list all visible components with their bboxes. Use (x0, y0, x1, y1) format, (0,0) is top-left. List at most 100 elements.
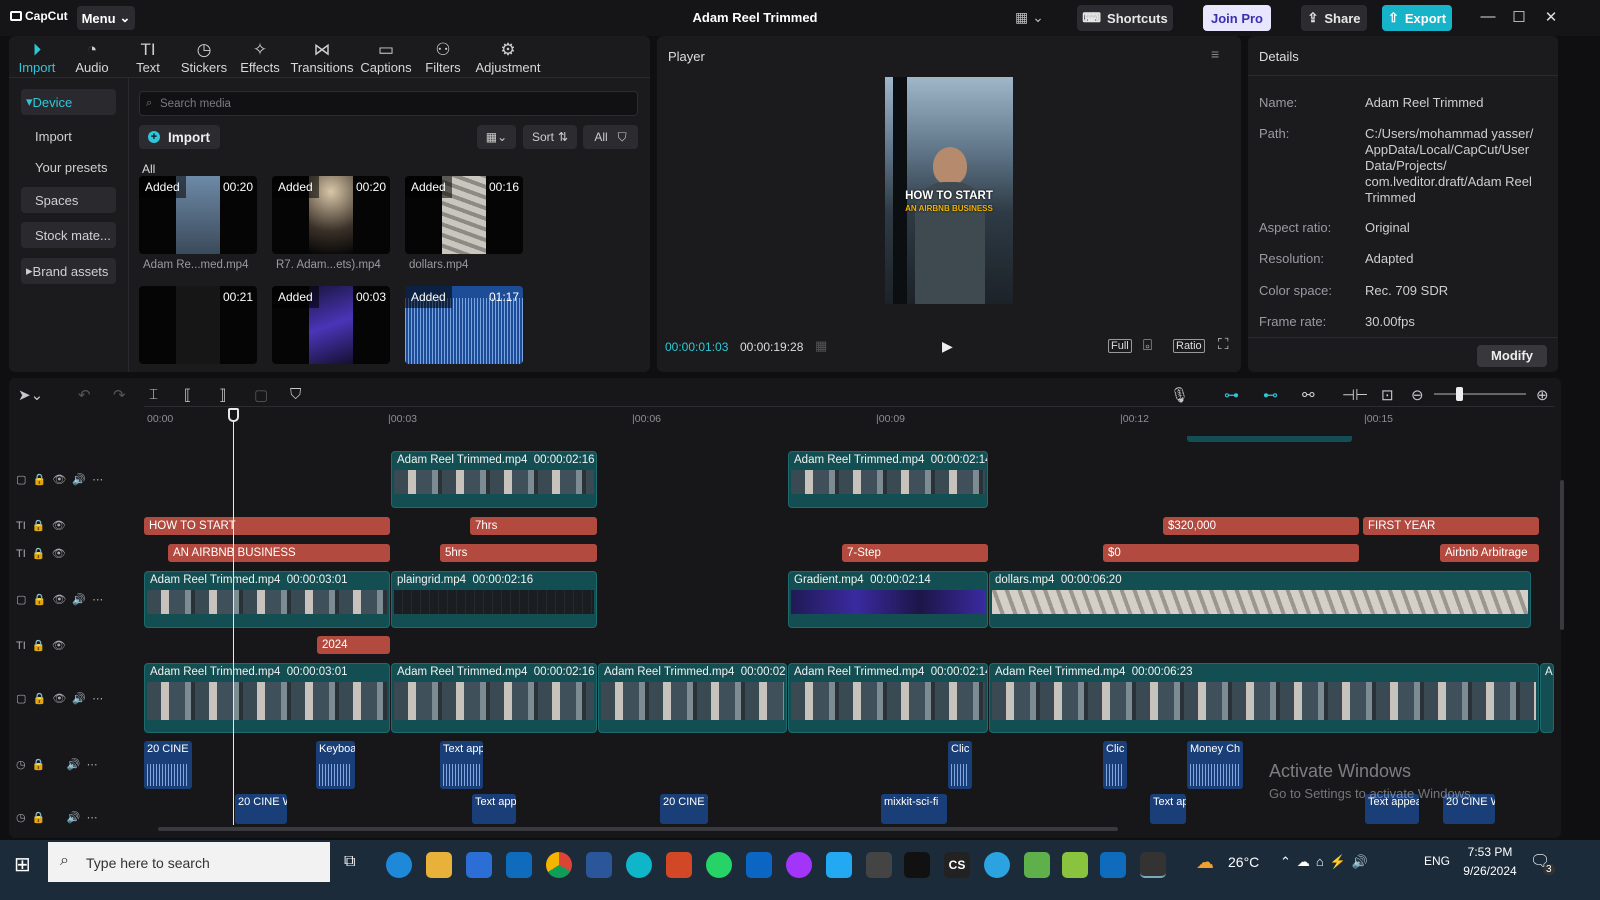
video-track-controls[interactable]: ▢ 🔒 👁 🔊 ⋯ (16, 593, 103, 606)
vertical-scrollbar[interactable] (1560, 480, 1564, 630)
audio-clip[interactable]: 20 CINE W (235, 794, 287, 824)
undo-icon[interactable]: ↶ (78, 386, 91, 404)
sidebar-item-spaces[interactable]: Spaces (21, 187, 116, 213)
main-track-magnet-icon[interactable]: ⊶ (1224, 386, 1239, 404)
linkedin-icon[interactable] (746, 852, 772, 878)
main-video-clip[interactable]: Adam Reel Trimmed.mp4 00:00:02:1 (598, 663, 787, 733)
tab-transitions[interactable]: ⋈ Transitions (290, 40, 354, 75)
tab-captions[interactable]: ▭ Captions (358, 40, 414, 75)
video-clip[interactable]: dollars.mp4 00:00:06:20 (989, 571, 1531, 628)
ratio-button[interactable]: Ratio (1173, 339, 1205, 353)
cs-app-icon[interactable]: CS (944, 852, 970, 878)
main-video-clip[interactable]: Adam Reel Trimmed.mp4 00:00:02:14 (788, 663, 988, 733)
play-icon[interactable]: ▶ (942, 338, 953, 355)
text-clip[interactable]: AN AIRBNB BUSINESS (168, 544, 390, 562)
view-toggle-icon[interactable]: ▦⌄ (477, 125, 516, 149)
sidebar-item-import[interactable]: Import (21, 123, 116, 149)
whatsapp-icon[interactable] (706, 852, 732, 878)
text-track-controls[interactable]: TI 🔒 👁 (16, 639, 66, 652)
audio-clip[interactable]: Text app (472, 794, 516, 824)
maximize-icon[interactable]: ☐ (1509, 8, 1529, 26)
text-clip[interactable]: 2024 (317, 636, 390, 654)
split-left-icon[interactable]: ⟦ (184, 386, 191, 404)
redo-icon[interactable]: ↷ (113, 386, 126, 404)
sort-button[interactable]: Sort ⇅ (523, 125, 577, 149)
fullscreen-icon[interactable]: ⛶ (1218, 336, 1229, 353)
video-track-controls[interactable]: ▢ 🔒 👁 🔊 ⋯ (16, 473, 103, 486)
sidebar-item-brand-assets[interactable]: ▸ Brand assets (21, 258, 116, 284)
export-button[interactable]: ⇧ Export (1382, 5, 1452, 31)
weather-icon[interactable]: ☁ (1196, 852, 1214, 873)
main-video-clip[interactable]: Adam Reel Trimmed.mp4 00:00:02:16 (391, 663, 597, 733)
chrome-icon[interactable] (546, 852, 572, 878)
text-track-controls[interactable]: TI 🔒 👁 (16, 519, 66, 532)
sidebar-item-presets[interactable]: Your presets (21, 154, 116, 180)
lambda-icon[interactable] (1062, 852, 1088, 878)
playhead-handle[interactable] (228, 408, 239, 422)
share-button[interactable]: ⇪ Share (1301, 5, 1367, 31)
audio-clip[interactable]: Clic (948, 741, 972, 789)
shield-icon[interactable]: ⛉ (290, 386, 301, 403)
link-icon[interactable]: ⚯ (1302, 386, 1315, 404)
windows-start-icon[interactable]: ⊞ (14, 852, 31, 877)
text-clip[interactable]: Airbnb Arbitrage (1440, 544, 1539, 562)
media-item[interactable]: Added 00:20 (139, 176, 257, 254)
task-view-icon[interactable]: ⧉ (344, 853, 355, 871)
clock-date[interactable]: 9/26/2024 (1456, 864, 1524, 878)
delete-icon[interactable]: ▢ (254, 386, 268, 404)
video-clip[interactable]: Gradient.mp4 00:00:02:14 (788, 571, 988, 628)
zoom-out-icon[interactable]: ⊖ (1411, 386, 1424, 404)
main-video-clip[interactable]: Adam Reel Trimmed.mp4 00:00:03:01 (144, 663, 390, 733)
outlook-alt-icon[interactable] (1100, 852, 1126, 878)
full-quality-button[interactable]: Full (1108, 339, 1132, 353)
shortcuts-button[interactable]: ⌨ Shortcuts (1077, 5, 1173, 31)
media-item[interactable]: 00:21 (139, 286, 257, 364)
tray-icons[interactable]: ⌃☁⌂⚡🔊 (1280, 854, 1374, 870)
video-clip[interactable]: Adam Reel Trimmed.mp4 00:00:02:16 (391, 451, 597, 508)
horizontal-scrollbar[interactable] (158, 827, 1118, 831)
audio-clip[interactable]: 20 CINE V (660, 794, 708, 824)
vscode-icon[interactable] (826, 852, 852, 878)
tab-filters[interactable]: ⚇ Filters (420, 40, 466, 75)
app-icon[interactable] (866, 852, 892, 878)
text-clip[interactable]: 7hrs (470, 517, 597, 535)
search-input[interactable]: ⌕ Search media (139, 91, 638, 116)
media-item[interactable]: Added 00:20 (272, 176, 390, 254)
maps-icon[interactable] (1024, 852, 1050, 878)
import-button[interactable]: + Import (139, 125, 220, 149)
video-clip[interactable]: Adam Reel Trimmed.mp4 00:00:03:01 (144, 571, 390, 628)
zoom-slider[interactable] (1434, 393, 1526, 395)
tab-audio[interactable]: ◔ Audio (68, 40, 116, 75)
zoom-in-icon[interactable]: ⊕ (1536, 386, 1549, 404)
audio-clip[interactable]: Text ap (1150, 794, 1186, 824)
close-icon[interactable]: ✕ (1541, 8, 1561, 26)
capcut-active-icon[interactable] (1140, 852, 1166, 878)
store-icon[interactable] (466, 852, 492, 878)
audio-track-controls[interactable]: ◷ 🔒 🔊 ⋯ (16, 811, 98, 824)
audio-clip[interactable]: 20 CINE (144, 741, 192, 789)
telegram-icon[interactable] (984, 852, 1010, 878)
audio-clip[interactable]: Keyboa (316, 741, 355, 789)
minimize-icon[interactable]: — (1478, 8, 1498, 25)
taskbar-search[interactable]: ⌕ Type here to search (48, 842, 330, 882)
screenshot-icon[interactable]: ⌻ (1143, 337, 1152, 354)
tab-text[interactable]: TI Text (126, 40, 170, 75)
media-item[interactable]: Added 00:03 (272, 286, 390, 364)
clock-time[interactable]: 7:53 PM (1462, 845, 1518, 859)
text-clip[interactable]: $0 (1103, 544, 1359, 562)
audio-clip[interactable]: Text app (440, 741, 483, 789)
file-explorer-icon[interactable] (426, 852, 452, 878)
filter-button[interactable]: All ⛉ (583, 125, 638, 149)
text-track-controls[interactable]: TI 🔒 👁 (16, 547, 66, 560)
tab-effects[interactable]: ✧ Effects (236, 40, 284, 75)
microphone-icon[interactable]: 🎙 (1170, 386, 1189, 404)
timeline-grid-icon[interactable]: ▦ (815, 338, 827, 354)
main-track-controls[interactable]: ▢ 🔒 👁 🔊 ⋯ (16, 692, 103, 705)
split-icon[interactable]: ⌶ (149, 386, 158, 403)
audio-track-controls[interactable]: ◷ 🔒 🔊 ⋯ (16, 758, 98, 771)
media-item[interactable]: Added 00:16 (405, 176, 523, 254)
outlook-icon[interactable] (506, 852, 532, 878)
media-item[interactable]: Added 01:17 (405, 286, 523, 364)
video-preview[interactable]: HOW TO START AN AIRBNB BUSINESS (885, 77, 1013, 304)
audio-clip[interactable]: Money Ch (1187, 741, 1243, 789)
